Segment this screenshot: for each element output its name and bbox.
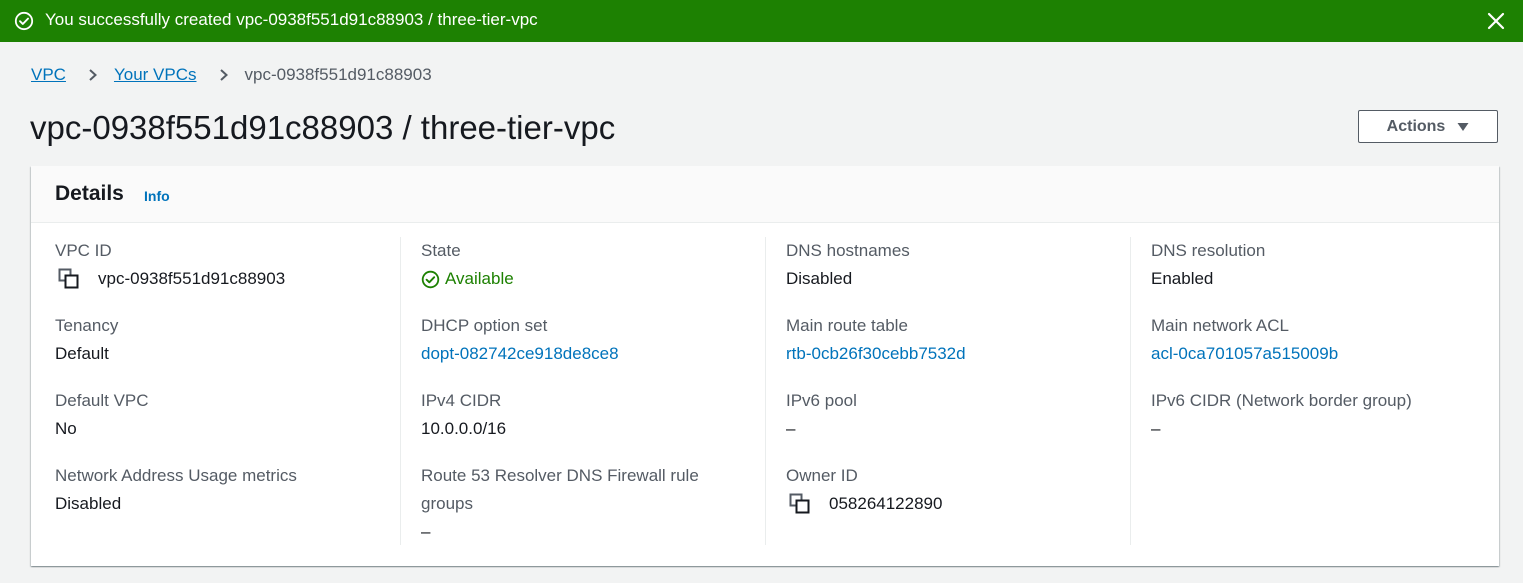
field-label: DNS hostnames [786,241,910,260]
dhcp-option-set-link[interactable]: dopt-082742ce918de8ce8 [421,340,619,368]
field-label: DNS resolution [1151,241,1266,260]
info-link[interactable]: Info [144,188,170,204]
field-value: Disabled [786,269,853,288]
field-label: IPv6 pool [786,391,857,410]
vpc-id-value: vpc-0938f551d91c88903 [98,269,286,288]
field-default-vpc: Default VPC No [55,387,149,443]
field-dns-resolution: DNS resolution Enabled [1151,237,1265,293]
details-panel: Details Info VPC ID vpc-0938f551d91c8890… [31,166,1499,566]
field-value: – [421,522,431,541]
field-value: – [1151,419,1161,438]
owner-id-value: 058264122890 [829,494,943,513]
details-panel-header: Details Info [31,166,1499,223]
success-flash-banner: You successfully created vpc-0938f551d91… [0,0,1523,42]
field-main-route-table: Main route table rtb-0cb26f30cebb7532d [786,312,966,368]
field-value: 058264122890 [786,490,942,518]
breadcrumb: VPC Your VPCs vpc-0938f551d91c88903 [31,64,432,86]
field-label-continued: groups [421,494,473,513]
field-dns-firewall-rule-groups: Route 53 Resolver DNS Firewall rule grou… [421,462,699,546]
page-title: vpc-0938f551d91c88903 / three-tier-vpc [30,109,616,146]
main-route-table-link[interactable]: rtb-0cb26f30cebb7532d [786,340,966,368]
details-column-3: DNS hostnames Disabled Main route table … [765,237,1126,545]
field-dns-hostnames: DNS hostnames Disabled [786,237,910,293]
field-value: Enabled [1151,269,1214,288]
chevron-right-icon [86,68,100,82]
field-label: IPv6 CIDR (Network border group) [1151,391,1412,410]
close-icon[interactable] [1485,10,1507,32]
actions-label: Actions [1386,117,1446,135]
field-value: Default [55,344,109,363]
field-value: 10.0.0.0/16 [421,419,507,438]
field-ipv6-cidr: IPv6 CIDR (Network border group) – [1151,387,1412,443]
field-label: VPC ID [55,241,112,260]
check-circle-icon [14,11,34,31]
field-ipv6-pool: IPv6 pool – [786,387,857,443]
breadcrumb-your-vpcs-link[interactable]: Your VPCs [114,64,197,86]
field-state: State Available [421,237,514,293]
field-dhcp-option-set: DHCP option set dopt-082742ce918de8ce8 [421,312,619,368]
field-value: No [55,419,77,438]
field-owner-id: Owner ID 058264122890 [786,462,942,518]
details-column-1: VPC ID vpc-0938f551d91c88903 Tenancy Def… [55,237,415,545]
field-label: State [421,241,461,260]
breadcrumb-vpc-link[interactable]: VPC [31,64,66,86]
field-ipv4-cidr: IPv4 CIDR 10.0.0.0/16 [421,387,506,443]
breadcrumb-current: vpc-0938f551d91c88903 [244,65,432,84]
field-label: Main network ACL [1151,316,1289,335]
details-column-2: State Available DHCP option set dopt-082… [400,237,761,545]
chevron-right-icon [217,68,231,82]
main-network-acl-link[interactable]: acl-0ca701057a515009b [1151,340,1338,368]
field-tenancy: Tenancy Default [55,312,118,368]
field-value: vpc-0938f551d91c88903 [55,265,285,293]
field-label: Main route table [786,316,908,335]
field-label: IPv4 CIDR [421,391,502,410]
field-main-network-acl: Main network ACL acl-0ca701057a515009b [1151,312,1338,368]
caret-down-icon [1457,122,1469,131]
field-value: – [786,419,796,438]
field-label: Owner ID [786,466,858,485]
field-value: Available [421,265,514,293]
field-nau-metrics: Network Address Usage metrics Disabled [55,462,297,518]
field-vpc-id: VPC ID vpc-0938f551d91c88903 [55,237,285,293]
copy-icon[interactable] [789,493,811,515]
flash-message: You successfully created vpc-0938f551d91… [45,10,538,29]
details-column-4: DNS resolution Enabled Main network ACL … [1130,237,1491,545]
state-value: Available [445,269,514,288]
details-title: Details [55,182,124,205]
field-value: Disabled [55,494,122,513]
field-label: Route 53 Resolver DNS Firewall rule [421,466,699,485]
status-available-icon [421,270,440,288]
field-label: DHCP option set [421,316,548,335]
field-label: Network Address Usage metrics [55,466,297,485]
copy-icon[interactable] [58,268,80,290]
field-label: Default VPC [55,391,149,410]
field-label: Tenancy [55,316,119,335]
actions-dropdown-button[interactable]: Actions [1358,110,1498,143]
